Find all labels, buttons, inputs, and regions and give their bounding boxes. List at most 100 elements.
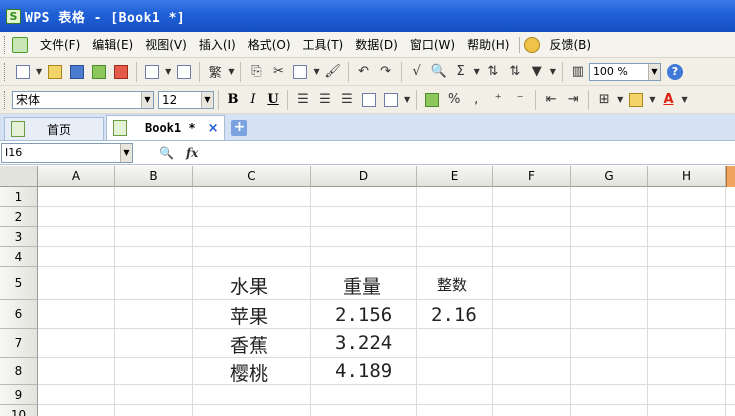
spreadsheet-grid[interactable]: A B C D E F G H 1 2 3 4 5 6 7 8 9 10 水果 … xyxy=(0,166,735,416)
merge-cells-icon[interactable] xyxy=(381,90,401,110)
increase-decimal-icon[interactable]: ⁺ xyxy=(488,90,508,110)
open-folder-icon[interactable] xyxy=(45,62,65,82)
chevron-down-icon[interactable]: ▼ xyxy=(617,95,623,104)
align-right-icon[interactable]: ☰ xyxy=(337,90,357,110)
feedback-icon[interactable] xyxy=(524,36,541,53)
toolbar-grip[interactable] xyxy=(4,62,7,81)
cell-c5[interactable]: 水果 xyxy=(230,272,268,299)
insert-function-fx-icon[interactable]: fx xyxy=(186,146,198,160)
menu-window[interactable]: 窗口(W) xyxy=(404,36,461,53)
undo-icon[interactable]: ↶ xyxy=(354,62,374,82)
font-color-button[interactable]: A xyxy=(658,90,678,110)
paste-icon[interactable] xyxy=(290,62,310,82)
insert-function-icon[interactable]: √ xyxy=(407,62,427,82)
cut-icon[interactable]: ✂ xyxy=(268,62,288,82)
cell-c6[interactable]: 苹果 xyxy=(230,302,268,329)
menu-tools[interactable]: 工具(T) xyxy=(297,36,350,53)
fill-color-icon[interactable] xyxy=(626,90,646,110)
zoom-select[interactable]: 100 % ▼ xyxy=(588,62,661,81)
row-header-8[interactable]: 8 xyxy=(0,358,38,385)
borders-icon[interactable]: ⊞ xyxy=(594,90,614,110)
close-icon[interactable]: × xyxy=(208,121,219,136)
scrollbar-stub[interactable] xyxy=(726,166,735,187)
row-header-9[interactable]: 9 xyxy=(0,385,38,405)
toolbar-grip[interactable] xyxy=(4,35,7,54)
column-header-e[interactable]: E xyxy=(417,166,493,187)
chevron-down-icon[interactable]: ▼ xyxy=(404,95,410,104)
print-icon[interactable] xyxy=(142,62,162,82)
tab-home[interactable]: 首页 xyxy=(4,117,104,140)
column-header-a[interactable]: A xyxy=(38,166,115,187)
cell-e6[interactable]: 2.16 xyxy=(431,304,477,326)
comma-style-button[interactable]: , xyxy=(466,90,486,110)
menu-data[interactable]: 数据(D) xyxy=(349,36,404,53)
decrease-indent-icon[interactable]: ⇤ xyxy=(541,90,561,110)
menu-edit[interactable]: 编辑(E) xyxy=(86,36,139,53)
percent-style-button[interactable]: % xyxy=(444,90,464,110)
row-header-7[interactable]: 7 xyxy=(0,329,38,358)
cell-d5[interactable]: 重量 xyxy=(343,272,381,299)
row-header-5[interactable]: 5 xyxy=(0,267,38,300)
chevron-down-icon[interactable]: ▼ xyxy=(141,91,153,108)
row-header-2[interactable]: 2 xyxy=(0,207,38,227)
decrease-decimal-icon[interactable]: ⁻ xyxy=(510,90,530,110)
pdf-icon[interactable] xyxy=(111,62,131,82)
row-header-1[interactable]: 1 xyxy=(0,187,38,207)
wrap-text-icon[interactable] xyxy=(359,90,379,110)
copy-icon[interactable]: ⎘ xyxy=(246,62,266,82)
menu-feedback[interactable]: 反馈(B) xyxy=(543,36,597,53)
column-header-d[interactable]: D xyxy=(311,166,417,187)
cell-d7[interactable]: 3.224 xyxy=(335,332,392,354)
sort-descending-icon[interactable]: ⇅ xyxy=(505,62,525,82)
chevron-down-icon[interactable]: ▼ xyxy=(474,67,480,76)
bold-button[interactable]: B xyxy=(223,92,243,107)
column-header-b[interactable]: B xyxy=(115,166,193,187)
export-icon[interactable] xyxy=(89,62,109,82)
row-header-6[interactable]: 6 xyxy=(0,300,38,329)
chart-icon[interactable]: ▥ xyxy=(568,62,588,82)
redo-icon[interactable]: ↷ xyxy=(376,62,396,82)
print-preview-icon[interactable] xyxy=(174,62,194,82)
chevron-down-icon[interactable]: ▼ xyxy=(647,63,660,80)
magnifier-icon[interactable]: 🔍 xyxy=(159,146,174,160)
column-header-c[interactable]: C xyxy=(193,166,311,187)
menu-insert[interactable]: 插入(I) xyxy=(193,36,242,53)
chevron-down-icon[interactable]: ▼ xyxy=(120,143,132,162)
row-header-10[interactable]: 10 xyxy=(0,405,38,416)
italic-button[interactable]: I xyxy=(243,92,263,107)
help-icon[interactable]: ? xyxy=(666,63,683,80)
find-icon[interactable]: 🔍 xyxy=(429,62,449,82)
chevron-down-icon[interactable]: ▼ xyxy=(550,67,556,76)
add-tab-button[interactable]: + xyxy=(231,120,248,136)
chevron-down-icon[interactable]: ▼ xyxy=(201,91,213,108)
align-center-icon[interactable]: ☰ xyxy=(315,90,335,110)
menu-format[interactable]: 格式(O) xyxy=(242,36,297,53)
currency-format-icon[interactable] xyxy=(422,90,442,110)
column-header-h[interactable]: H xyxy=(648,166,726,187)
chevron-down-icon[interactable]: ▼ xyxy=(165,67,171,76)
menu-view[interactable]: 视图(V) xyxy=(139,36,193,53)
traditional-chinese-button[interactable]: 繁 xyxy=(205,62,225,82)
cell-e5[interactable]: 整数 xyxy=(437,274,467,295)
underline-button[interactable]: U xyxy=(263,92,283,107)
sort-ascending-icon[interactable]: ⇅ xyxy=(483,62,503,82)
cell-d8[interactable]: 4.189 xyxy=(335,360,392,382)
font-size-select[interactable]: 12 ▼ xyxy=(158,90,214,109)
chevron-down-icon[interactable]: ▼ xyxy=(228,67,234,76)
increase-indent-icon[interactable]: ⇥ xyxy=(563,90,583,110)
cell-c7[interactable]: 香蕉 xyxy=(230,331,268,358)
new-document-icon[interactable] xyxy=(13,62,33,82)
save-icon[interactable] xyxy=(67,62,87,82)
tab-book1[interactable]: Book1 * × xyxy=(106,115,226,140)
align-left-icon[interactable]: ☰ xyxy=(293,90,313,110)
row-header-3[interactable]: 3 xyxy=(0,227,38,247)
wps-menu-icon[interactable] xyxy=(12,36,28,53)
toolbar-grip[interactable] xyxy=(4,90,7,109)
column-header-f[interactable]: F xyxy=(493,166,571,187)
chevron-down-icon[interactable]: ▼ xyxy=(649,95,655,104)
chevron-down-icon[interactable]: ▼ xyxy=(313,67,319,76)
chevron-down-icon[interactable]: ▼ xyxy=(36,67,42,76)
filter-icon[interactable]: ▼ xyxy=(527,62,547,82)
font-name-select[interactable]: 宋体 ▼ xyxy=(12,90,154,109)
select-all-corner[interactable] xyxy=(0,166,38,187)
